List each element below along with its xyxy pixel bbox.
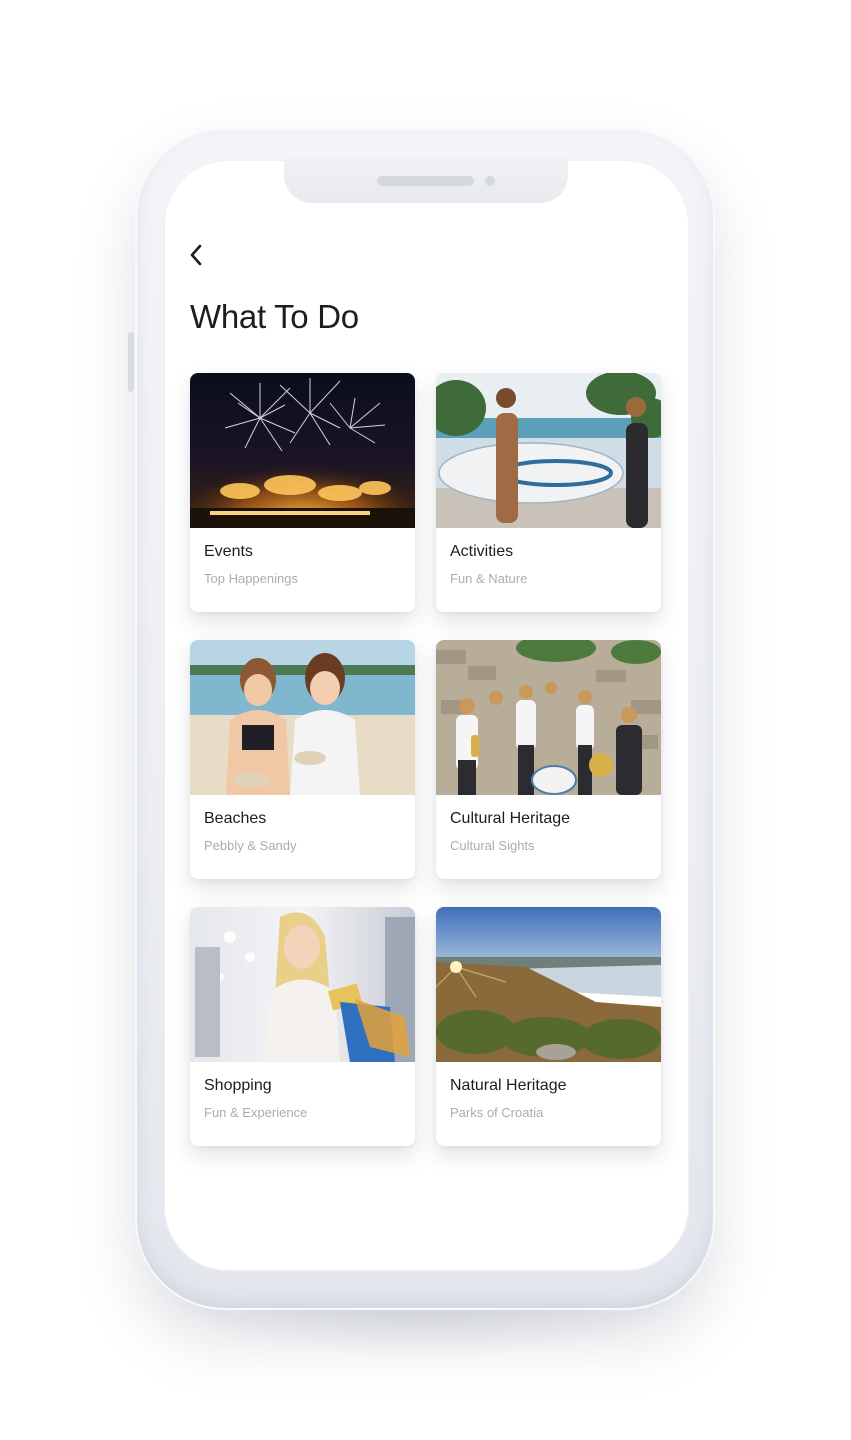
card-subtitle: Fun & Nature — [450, 571, 528, 586]
front-camera — [485, 176, 495, 186]
category-card-events[interactable]: Events Top Happenings — [190, 373, 415, 612]
card-subtitle: Top Happenings — [204, 571, 298, 586]
card-title: Events — [204, 543, 253, 560]
chevron-left-icon — [190, 244, 202, 266]
shopping-woman-image — [190, 907, 415, 1062]
card-subtitle: Cultural Sights — [450, 838, 535, 853]
category-card-cultural-heritage[interactable]: Cultural Heritage Cultural Sights — [436, 640, 661, 879]
fireworks-image — [190, 373, 415, 528]
card-title: Natural Heritage — [450, 1077, 567, 1094]
card-subtitle: Parks of Croatia — [450, 1105, 544, 1120]
landscape-image — [436, 907, 661, 1062]
surfers-image — [436, 373, 661, 528]
card-subtitle: Pebbly & Sandy — [204, 838, 297, 853]
card-subtitle: Fun & Experience — [204, 1105, 308, 1120]
category-card-beaches[interactable]: Beaches Pebbly & Sandy — [190, 640, 415, 879]
category-card-natural-heritage[interactable]: Natural Heritage Parks of Croatia — [436, 907, 661, 1146]
card-title: Beaches — [204, 810, 267, 827]
card-title: Cultural Heritage — [450, 810, 571, 827]
brass-band-image — [436, 640, 661, 795]
card-title: Shopping — [204, 1077, 272, 1094]
category-card-shopping[interactable]: Shopping Fun & Experience — [190, 907, 415, 1146]
card-title: Activities — [450, 543, 514, 560]
back-button[interactable] — [182, 240, 210, 270]
category-card-activities[interactable]: Activities Fun & Nature — [436, 373, 661, 612]
page-title: What To Do — [190, 298, 359, 335]
device-side-button — [128, 332, 134, 392]
beach-kids-image — [190, 640, 415, 795]
speaker-grille — [377, 176, 474, 186]
